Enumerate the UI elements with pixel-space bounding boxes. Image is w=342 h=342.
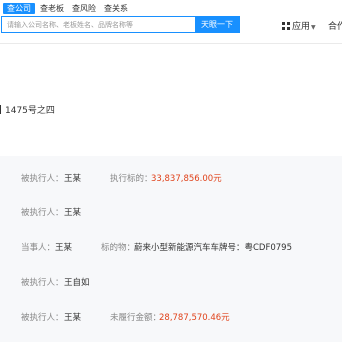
record-name[interactable]: 王某 xyxy=(64,311,81,323)
record-row: 被执行人： 王某 xyxy=(0,206,342,220)
record-name[interactable]: 王某 xyxy=(64,206,81,218)
top-bar: 查公司 查老板 查风险 查关系 天眼一下 应用▼ 合作 xyxy=(0,0,342,40)
record-name[interactable]: 王某 xyxy=(64,172,81,184)
record-label: 被执行人： xyxy=(21,208,64,218)
search-box: 天眼一下 xyxy=(1,16,240,33)
record-label: 被执行人： xyxy=(21,174,64,184)
chevron-down-icon: ▼ xyxy=(311,24,316,31)
record-row: 被执行人： 王自如 xyxy=(0,276,342,290)
record-label: 当事人： xyxy=(21,243,56,253)
search-button[interactable]: 天眼一下 xyxy=(195,17,239,32)
record-label: 被执行人： xyxy=(21,313,64,323)
record-row: 当事人： 王某 标的物： 蔚来小型新能源汽车车牌号：粤CDF0795 xyxy=(0,241,342,255)
record-amount: 28,787,570.46元 xyxy=(159,313,230,323)
record-name[interactable]: 王某 xyxy=(55,241,72,253)
record-label: 被执行人： xyxy=(21,278,64,288)
records-panel: 被执行人： 王某 执行标的： 33,837,856.00元 被执行人： 王某 当… xyxy=(0,156,342,342)
record-field-label: 未履行金额： xyxy=(110,313,162,323)
header-divider xyxy=(0,43,342,44)
search-input[interactable] xyxy=(2,17,197,32)
tab-company[interactable]: 查公司 xyxy=(3,3,35,14)
record-name[interactable]: 王自如 xyxy=(64,276,90,288)
tab-relation[interactable]: 查关系 xyxy=(104,3,128,14)
tab-risk[interactable]: 查风险 xyxy=(72,3,96,14)
tab-boss[interactable]: 查老板 xyxy=(40,3,64,14)
apps-grid-icon xyxy=(282,22,290,30)
apps-menu[interactable]: 应用▼ xyxy=(282,19,316,32)
record-field-label: 执行标的： xyxy=(110,174,153,184)
record-field-label: 标的物： xyxy=(101,243,136,253)
record-subject: 蔚来小型新能源汽车车牌号：粤CDF0795 xyxy=(134,243,293,253)
record-row: 被执行人： 王某 执行标的： 33,837,856.00元 xyxy=(0,172,342,186)
apps-label: 应用 xyxy=(292,22,311,32)
address-text: 1475号之四 xyxy=(0,103,55,116)
record-amount: 33,837,856.00元 xyxy=(151,174,222,184)
record-row: 被执行人： 王某 未履行金额： 28,787,570.46元 xyxy=(0,311,342,325)
cooperation-link[interactable]: 合作 xyxy=(328,19,342,32)
